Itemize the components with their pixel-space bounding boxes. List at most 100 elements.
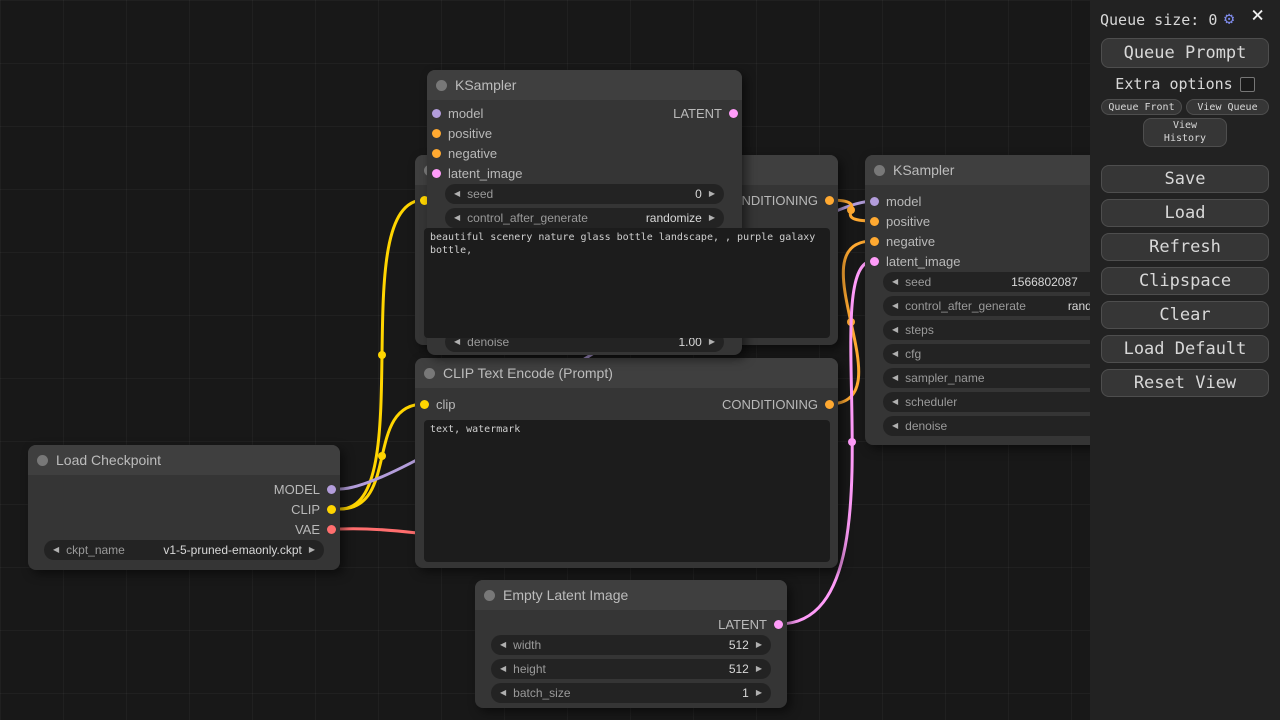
widget-label: width — [513, 638, 541, 652]
negative-port-dot[interactable] — [432, 149, 441, 158]
view-queue-button[interactable]: View Queue — [1186, 99, 1269, 115]
empty-latent-image-node[interactable]: Empty Latent Image LATENT ◀ width 512 ▶ … — [475, 580, 787, 708]
prev-arrow-icon[interactable]: ◀ — [53, 546, 59, 554]
decrement-arrow-icon[interactable]: ◀ — [892, 350, 898, 358]
decrement-arrow-icon[interactable]: ◀ — [892, 326, 898, 334]
positive-port-dot[interactable] — [870, 217, 879, 226]
load-button[interactable]: Load — [1101, 199, 1269, 227]
increment-arrow-icon[interactable]: ▶ — [709, 190, 715, 198]
load-default-button[interactable]: Load Default — [1101, 335, 1269, 363]
decrement-arrow-icon[interactable]: ◀ — [500, 665, 506, 673]
decrement-arrow-icon[interactable]: ◀ — [500, 641, 506, 649]
collapse-dot-icon[interactable] — [37, 455, 48, 466]
close-icon[interactable]: × — [1251, 3, 1264, 28]
model-port-dot[interactable] — [432, 109, 441, 118]
positive-port-dot[interactable] — [432, 129, 441, 138]
decrement-arrow-icon[interactable]: ◀ — [892, 302, 898, 310]
model-output-port[interactable]: MODEL — [274, 479, 336, 499]
clip-text-encode-negative-node[interactable]: CLIP Text Encode (Prompt) clip CONDITION… — [415, 358, 838, 568]
reset-view-button[interactable]: Reset View — [1101, 369, 1269, 397]
latent-output-port[interactable]: LATENT — [718, 614, 783, 634]
decrement-arrow-icon[interactable]: ◀ — [500, 689, 506, 697]
port-label: negative — [448, 146, 497, 161]
increment-arrow-icon[interactable]: ▶ — [709, 214, 715, 222]
port-label: negative — [886, 234, 935, 249]
latent-output-port[interactable]: LATENT — [673, 103, 738, 123]
positive-input-port[interactable]: positive — [870, 211, 930, 231]
queue-front-button[interactable]: Queue Front — [1101, 99, 1182, 115]
decrement-arrow-icon[interactable]: ◀ — [892, 422, 898, 430]
increment-arrow-icon[interactable]: ▶ — [756, 641, 762, 649]
negative-prompt-textarea[interactable]: text, watermark — [424, 420, 830, 562]
node-title: KSampler — [455, 77, 516, 93]
increment-arrow-icon[interactable]: ▶ — [756, 689, 762, 697]
decrement-arrow-icon[interactable]: ◀ — [892, 278, 898, 286]
extra-options-checkbox[interactable] — [1240, 77, 1255, 92]
clip-port-dot[interactable] — [420, 400, 429, 409]
clip-input-port[interactable]: clip — [420, 394, 456, 414]
node-titlebar[interactable]: CLIP Text Encode (Prompt) — [415, 358, 838, 388]
clip-output-port[interactable]: CLIP — [291, 499, 336, 519]
node-titlebar[interactable]: Empty Latent Image — [475, 580, 787, 610]
widget-value: v1-5-pruned-emaonly.ckpt — [163, 543, 302, 557]
settings-gear-icon[interactable]: ⚙ — [1224, 9, 1234, 29]
port-label: LATENT — [718, 617, 767, 632]
model-port-dot[interactable] — [327, 485, 336, 494]
queue-prompt-button[interactable]: Queue Prompt — [1101, 38, 1269, 68]
negative-input-port[interactable]: negative — [870, 231, 935, 251]
positive-input-port[interactable]: positive — [432, 123, 492, 143]
latent-port-dot[interactable] — [729, 109, 738, 118]
latent-image-input-port[interactable]: latent_image — [870, 251, 960, 271]
next-arrow-icon[interactable]: ▶ — [309, 546, 315, 554]
negative-input-port[interactable]: negative — [432, 143, 497, 163]
latent-image-input-port[interactable]: latent_image — [432, 163, 522, 183]
decrement-arrow-icon[interactable]: ◀ — [454, 214, 460, 222]
seed-widget[interactable]: ◀ seed 0 ▶ — [445, 184, 724, 204]
collapse-dot-icon[interactable] — [436, 80, 447, 91]
collapse-dot-icon[interactable] — [424, 368, 435, 379]
node-titlebar[interactable]: KSampler — [427, 70, 742, 100]
increment-arrow-icon[interactable]: ▶ — [709, 338, 715, 346]
port-label: latent_image — [448, 166, 522, 181]
prev-arrow-icon[interactable]: ◀ — [892, 374, 898, 382]
height-widget[interactable]: ◀ height 512 ▶ — [491, 659, 771, 679]
extra-options-label: Extra options — [1115, 75, 1232, 93]
negative-port-dot[interactable] — [870, 237, 879, 246]
widget-value: randomize — [646, 211, 702, 225]
positive-prompt-textarea[interactable]: beautiful scenery nature glass bottle la… — [424, 228, 830, 338]
conditioning-output-port[interactable]: CONDITIONING — [722, 394, 834, 414]
port-label: positive — [886, 214, 930, 229]
increment-arrow-icon[interactable]: ▶ — [756, 665, 762, 673]
save-button[interactable]: Save — [1101, 165, 1269, 193]
collapse-dot-icon[interactable] — [484, 590, 495, 601]
model-input-port[interactable]: model — [432, 103, 483, 123]
conditioning-port-dot[interactable] — [825, 400, 834, 409]
port-label: MODEL — [274, 482, 320, 497]
refresh-button[interactable]: Refresh — [1101, 233, 1269, 261]
vae-output-port[interactable]: VAE — [295, 519, 336, 539]
decrement-arrow-icon[interactable]: ◀ — [454, 190, 460, 198]
clear-button[interactable]: Clear — [1101, 301, 1269, 329]
conditioning-port-dot[interactable] — [825, 196, 834, 205]
port-label: model — [448, 106, 483, 121]
latent-port-dot[interactable] — [432, 169, 441, 178]
vae-port-dot[interactable] — [327, 525, 336, 534]
node-titlebar[interactable]: Load Checkpoint — [28, 445, 340, 475]
collapse-dot-icon[interactable] — [874, 165, 885, 176]
view-history-button[interactable]: View History — [1143, 118, 1227, 147]
latent-port-dot[interactable] — [870, 257, 879, 266]
node-graph-canvas[interactable]: clip CONDITIONING KSampler model positiv… — [0, 0, 1280, 720]
batch-size-widget[interactable]: ◀ batch_size 1 ▶ — [491, 683, 771, 703]
model-port-dot[interactable] — [870, 197, 879, 206]
width-widget[interactable]: ◀ width 512 ▶ — [491, 635, 771, 655]
clipspace-button[interactable]: Clipspace — [1101, 267, 1269, 295]
control-after-generate-widget[interactable]: ◀ control_after_generate randomize ▶ — [445, 208, 724, 228]
model-input-port[interactable]: model — [870, 191, 921, 211]
load-checkpoint-node[interactable]: Load Checkpoint MODEL CLIP VAE ◀ ckpt_na… — [28, 445, 340, 570]
ckpt-name-widget[interactable]: ◀ ckpt_name v1-5-pruned-emaonly.ckpt ▶ — [44, 540, 324, 560]
wire-dot — [848, 438, 856, 446]
latent-port-dot[interactable] — [774, 620, 783, 629]
decrement-arrow-icon[interactable]: ◀ — [454, 338, 460, 346]
clip-port-dot[interactable] — [327, 505, 336, 514]
prev-arrow-icon[interactable]: ◀ — [892, 398, 898, 406]
